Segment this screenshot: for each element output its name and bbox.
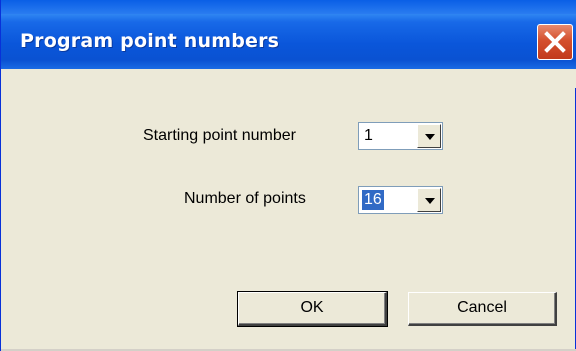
starting-point-label: Starting point number — [143, 127, 296, 144]
dialog-window: Program point numbers Starting point num… — [0, 0, 576, 351]
ok-button[interactable]: OK — [237, 291, 388, 327]
close-button[interactable] — [537, 24, 573, 60]
starting-point-combobox[interactable]: 1 — [358, 122, 443, 150]
cancel-button[interactable]: Cancel — [408, 292, 557, 326]
number-of-points-label: Number of points — [184, 190, 306, 207]
starting-point-dropdown-button[interactable] — [417, 124, 441, 148]
number-of-points-dropdown-button[interactable] — [417, 188, 441, 212]
window-title: Program point numbers — [20, 30, 280, 52]
chevron-down-icon — [425, 198, 435, 204]
number-of-points-value[interactable]: 16 — [362, 190, 384, 210]
starting-point-value[interactable]: 1 — [362, 126, 375, 146]
title-bar-top-frame — [1, 0, 576, 14]
chevron-down-icon — [425, 134, 435, 140]
title-bar[interactable]: Program point numbers — [1, 0, 576, 88]
number-of-points-combobox[interactable]: 16 — [358, 186, 443, 214]
close-icon — [544, 31, 566, 53]
